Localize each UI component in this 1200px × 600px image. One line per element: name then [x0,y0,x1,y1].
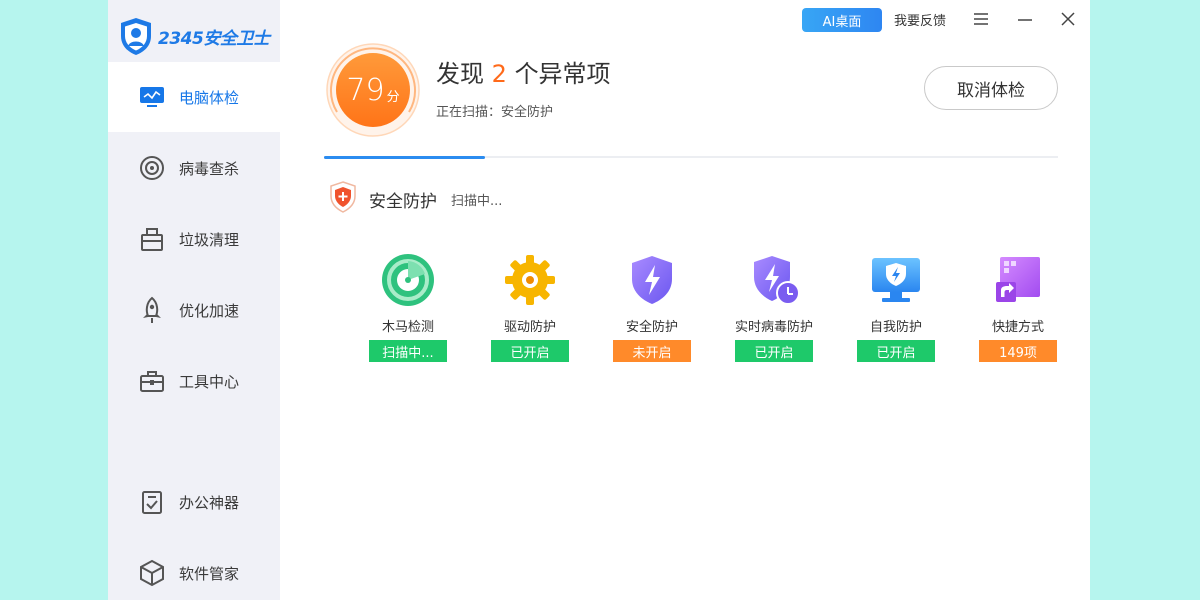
target-icon [138,154,166,182]
feedback-link[interactable]: 我要反馈 [894,10,946,29]
sidebar-item-optimize[interactable]: 优化加速 [108,275,280,345]
sidebar-item-label: 办公神器 [179,493,240,512]
scan-headline: 发现 2 个异常项 [436,54,611,89]
status-badge: 扫描中... [369,340,447,362]
score-value: 79 分 [325,42,421,138]
scan-progress-bar [324,156,1058,159]
check-item-label: 驱动防护 [503,320,556,335]
sidebar: 2345安全卫士 电脑体检 病毒查杀 垃圾清理 优化加速 工具中心 办公神器 软… [108,0,280,600]
sidebar-item-office-tools[interactable]: 办公神器 [108,467,280,537]
trash-box-icon [138,225,166,253]
headline-suffix: 个异常项 [514,60,611,88]
sidebar-item-label: 病毒查杀 [179,159,240,178]
check-item-label: 安全防护 [625,320,678,335]
sidebar-item-tool-center[interactable]: 工具中心 [108,346,280,416]
score-ring: 79 分 [325,42,421,138]
check-item-label: 实时病毒防护 [734,320,813,335]
sidebar-item-junk-clean[interactable]: 垃圾清理 [108,204,280,274]
toolbox-icon [138,367,166,395]
scan-progress-fill [324,156,486,159]
status-badge: 已开启 [857,340,935,362]
sidebar-item-virus-scan[interactable]: 病毒查杀 [108,133,280,203]
sidebar-item-label: 垃圾清理 [179,230,240,249]
menu-icon[interactable] [972,10,990,28]
status-badge: 149项 [979,340,1057,362]
sidebar-item-software-manager[interactable]: 软件管家 [108,538,280,600]
monitor-shield-icon [868,252,924,308]
status-badge: 已开启 [491,340,569,362]
sidebar-item-label: 软件管家 [179,564,240,583]
status-badge: 未开启 [613,340,691,362]
cancel-checkup-button[interactable]: 取消体检 [924,66,1058,110]
clipboard-check-icon [138,488,166,516]
minimize-icon[interactable] [1016,10,1034,28]
shield-clock-icon [746,252,802,308]
shield-logo-icon [121,18,151,55]
rocket-icon [138,296,166,324]
issue-count: 2 [491,60,507,88]
scan-status-text: 正在扫描：安全防护 [436,105,554,120]
section-status: 扫描中... [451,194,503,209]
shortcut-icon [990,252,1046,308]
check-item-label: 自我防护 [869,320,922,335]
shield-plus-icon [328,180,358,214]
cube-icon [138,559,166,587]
app-logo-text: 2345安全卫士 [158,28,270,49]
sidebar-item-label: 优化加速 [179,301,240,320]
gear-icon [502,252,558,308]
section-title: 安全防护 [369,192,437,212]
monitor-icon [138,83,166,111]
sidebar-item-pc-checkup[interactable]: 电脑体检 [108,62,280,132]
radar-icon [380,252,436,308]
score-unit: 分 [386,89,400,105]
shield-lightning-icon [624,252,680,308]
close-icon[interactable] [1058,9,1078,29]
status-badge: 已开启 [735,340,813,362]
check-item-label: 快捷方式 [991,320,1044,335]
app-logo: 2345安全卫士 [118,16,270,56]
ai-desktop-button[interactable]: AI桌面 [802,8,882,32]
check-item-label: 木马检测 [381,320,434,335]
sidebar-item-label: 电脑体检 [179,88,240,107]
sidebar-item-label: 工具中心 [179,372,240,391]
headline-prefix: 发现 [436,60,484,88]
score-number: 79 [346,72,385,108]
app-window: 2345安全卫士 电脑体检 病毒查杀 垃圾清理 优化加速 工具中心 办公神器 软… [108,0,1090,600]
